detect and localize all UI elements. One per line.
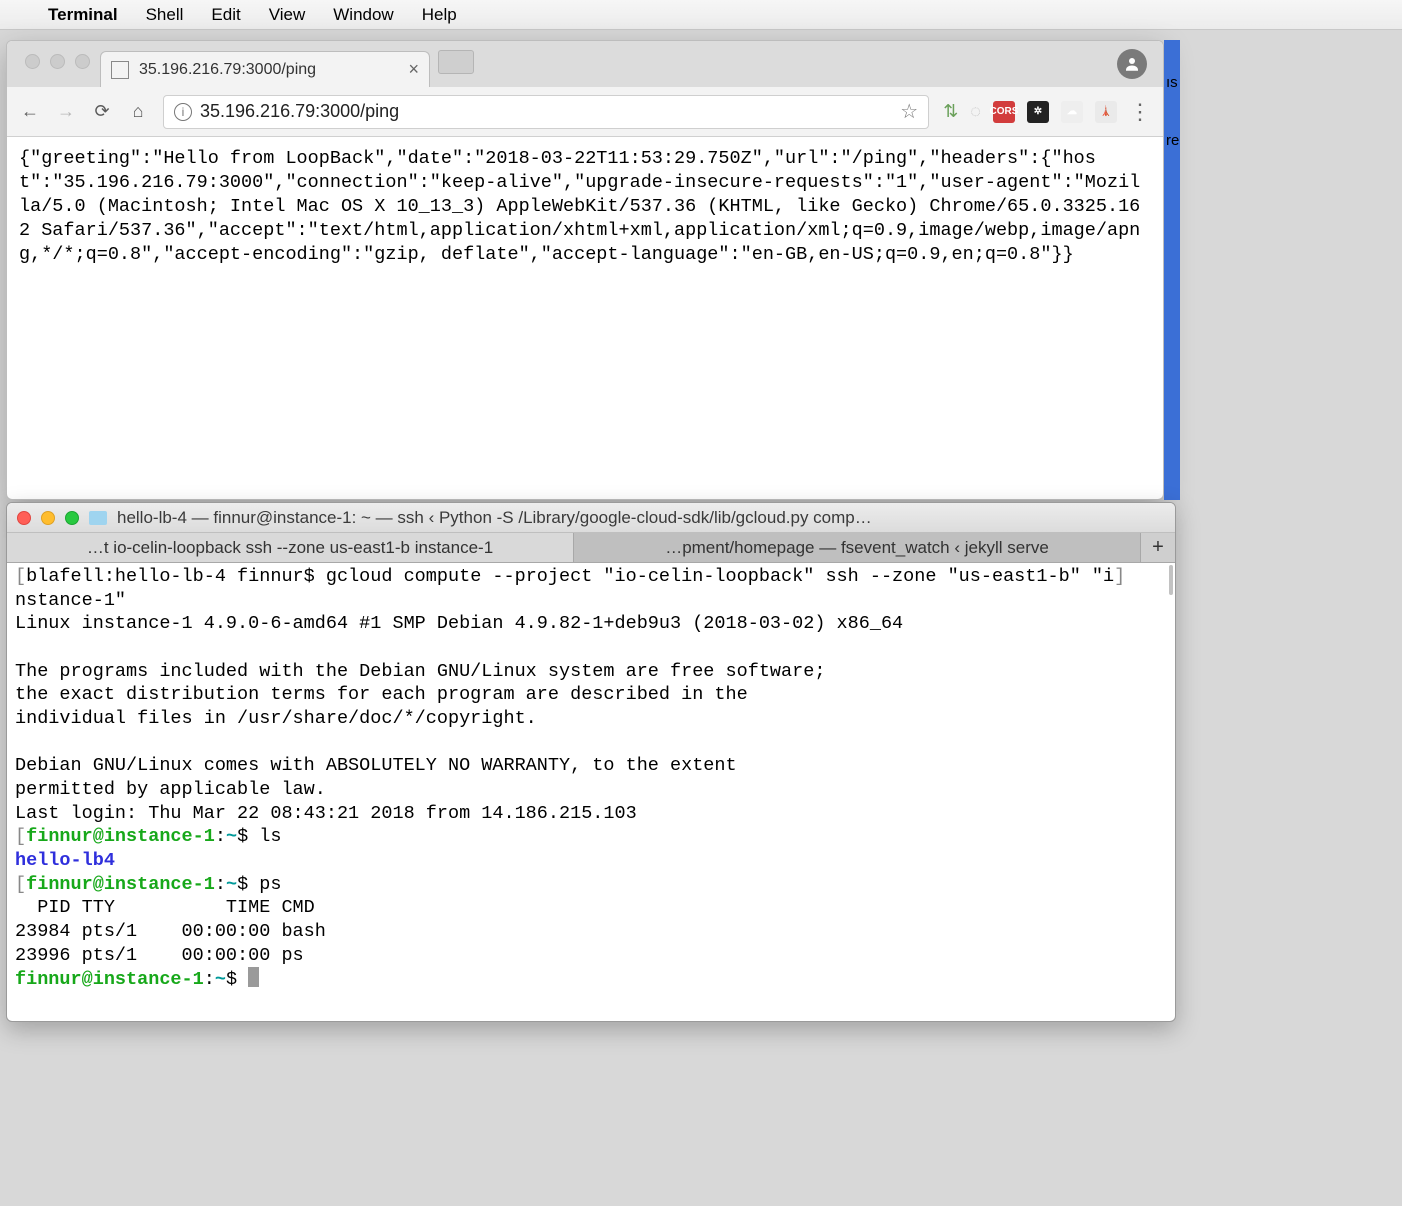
terminal-tab[interactable]: …pment/homepage — fsevent_watch ‹ jekyll… <box>574 533 1141 562</box>
terminal-text: hello-lb4 <box>15 850 115 871</box>
bg-label: re <box>1166 132 1179 149</box>
favicon-icon <box>111 61 129 79</box>
terminal-output[interactable]: [blafell:hello-lb-4 finnur$ gcloud compu… <box>7 563 1175 994</box>
terminal-titlebar[interactable]: hello-lb-4 — finnur@instance-1: ~ — ssh … <box>7 503 1175 533</box>
scrollbar-thumb[interactable] <box>1169 565 1173 595</box>
menubar-item-help[interactable]: Help <box>422 5 457 25</box>
tab-close-icon[interactable]: × <box>408 59 419 80</box>
prompt-path: ~ <box>226 826 237 847</box>
window-close-icon[interactable] <box>17 511 31 525</box>
prompt-dollar: $ <box>237 874 259 895</box>
extension-cors-icon[interactable]: CORS <box>993 101 1015 123</box>
prompt-path: ~ <box>215 969 226 990</box>
terminal-text: Debian GNU/Linux comes with ABSOLUTELY N… <box>15 755 737 776</box>
menubar-item-view[interactable]: View <box>269 5 306 25</box>
terminal-text: Linux instance-1 4.9.0-6-amd64 #1 SMP De… <box>15 613 903 634</box>
page-content[interactable]: {"greeting":"Hello from LoopBack","date"… <box>7 137 1163 277</box>
prompt-user: finnur@instance-1 <box>26 826 215 847</box>
prompt-sep: : <box>204 969 215 990</box>
terminal-cursor <box>248 967 259 987</box>
macos-menubar: Terminal Shell Edit View Window Help <box>0 0 1402 30</box>
terminal-window: hello-lb-4 — finnur@instance-1: ~ — ssh … <box>6 502 1176 1022</box>
prompt-dollar: $ <box>226 969 248 990</box>
prompt-dollar: $ <box>237 826 259 847</box>
extension-icon[interactable]: ✲ <box>1027 101 1049 123</box>
terminal-text: gcloud compute --project "io-celin-loopb… <box>315 566 1114 587</box>
terminal-text: Last login: Thu Mar 22 08:43:21 2018 fro… <box>15 803 637 824</box>
site-info-icon[interactable]: i <box>174 103 192 121</box>
chrome-tabstrip: 35.196.216.79:3000/ping × <box>7 41 1163 87</box>
prompt-user: finnur@instance-1 <box>15 969 204 990</box>
folder-icon <box>89 511 107 525</box>
extension-icon[interactable]: ☁ <box>1061 101 1083 123</box>
terminal-command: ps <box>259 874 281 895</box>
window-controls <box>17 54 100 75</box>
menubar-app-name[interactable]: Terminal <box>48 5 118 25</box>
chrome-menu-icon[interactable]: ⋮ <box>1129 99 1151 125</box>
bookmark-star-icon[interactable]: ☆ <box>900 99 918 124</box>
menubar-item-edit[interactable]: Edit <box>211 5 240 25</box>
menubar-item-shell[interactable]: Shell <box>146 5 184 25</box>
terminal-tab-active[interactable]: …t io-celin-loopback ssh --zone us-east1… <box>7 533 574 562</box>
prompt-sep: : <box>215 826 226 847</box>
terminal-text: 23996 pts/1 00:00:00 ps <box>15 945 304 966</box>
terminal-text: PID TTY TIME CMD <box>15 897 315 918</box>
prompt-user: finnur@instance-1 <box>26 874 215 895</box>
terminal-text: 23984 pts/1 00:00:00 bash <box>15 921 326 942</box>
new-tab-button[interactable] <box>438 50 474 74</box>
background-window-edge: ıs re <box>1164 40 1180 500</box>
terminal-command: ls <box>259 826 281 847</box>
browser-tab[interactable]: 35.196.216.79:3000/ping × <box>100 51 430 87</box>
terminal-text: the exact distribution terms for each pr… <box>15 684 748 705</box>
terminal-text: nstance-1" <box>15 590 126 611</box>
extension-icon[interactable]: ◌ <box>970 101 981 122</box>
window-close-icon[interactable] <box>25 54 40 69</box>
address-bar[interactable]: i 35.196.216.79:3000/ping ☆ <box>163 95 929 129</box>
window-zoom-icon[interactable] <box>75 54 90 69</box>
window-minimize-icon[interactable] <box>50 54 65 69</box>
window-minimize-icon[interactable] <box>41 511 55 525</box>
extension-icons: ⇅ ◌ CORS ✲ ☁ 🗼 ⋮ <box>943 99 1151 125</box>
terminal-title: hello-lb-4 — finnur@instance-1: ~ — ssh … <box>117 508 872 528</box>
chrome-toolbar: ← → ⟳ ⌂ i 35.196.216.79:3000/ping ☆ ⇅ ◌ … <box>7 87 1163 137</box>
tab-title: 35.196.216.79:3000/ping <box>139 61 316 79</box>
extension-lighthouse-icon[interactable]: 🗼 <box>1095 101 1117 123</box>
terminal-text: permitted by applicable law. <box>15 779 326 800</box>
forward-button[interactable]: → <box>55 101 77 122</box>
terminal-new-tab-button[interactable]: + <box>1141 533 1175 562</box>
prompt-sep: : <box>215 874 226 895</box>
chrome-window: 35.196.216.79:3000/ping × ← → ⟳ ⌂ i 35.1… <box>6 40 1164 500</box>
url-text: 35.196.216.79:3000/ping <box>200 101 399 122</box>
terminal-tabs: …t io-celin-loopback ssh --zone us-east1… <box>7 533 1175 563</box>
terminal-text: blafell:hello-lb-4 finnur$ <box>26 566 315 587</box>
bg-label: ıs <box>1166 74 1178 91</box>
extension-icon[interactable]: ⇅ <box>943 101 958 122</box>
terminal-text: individual files in /usr/share/doc/*/cop… <box>15 708 537 729</box>
home-button[interactable]: ⌂ <box>127 101 149 122</box>
reload-button[interactable]: ⟳ <box>91 101 113 122</box>
window-zoom-icon[interactable] <box>65 511 79 525</box>
back-button[interactable]: ← <box>19 101 41 122</box>
profile-avatar-icon[interactable] <box>1117 49 1147 79</box>
menubar-item-window[interactable]: Window <box>333 5 393 25</box>
terminal-text: The programs included with the Debian GN… <box>15 661 825 682</box>
prompt-path: ~ <box>226 874 237 895</box>
